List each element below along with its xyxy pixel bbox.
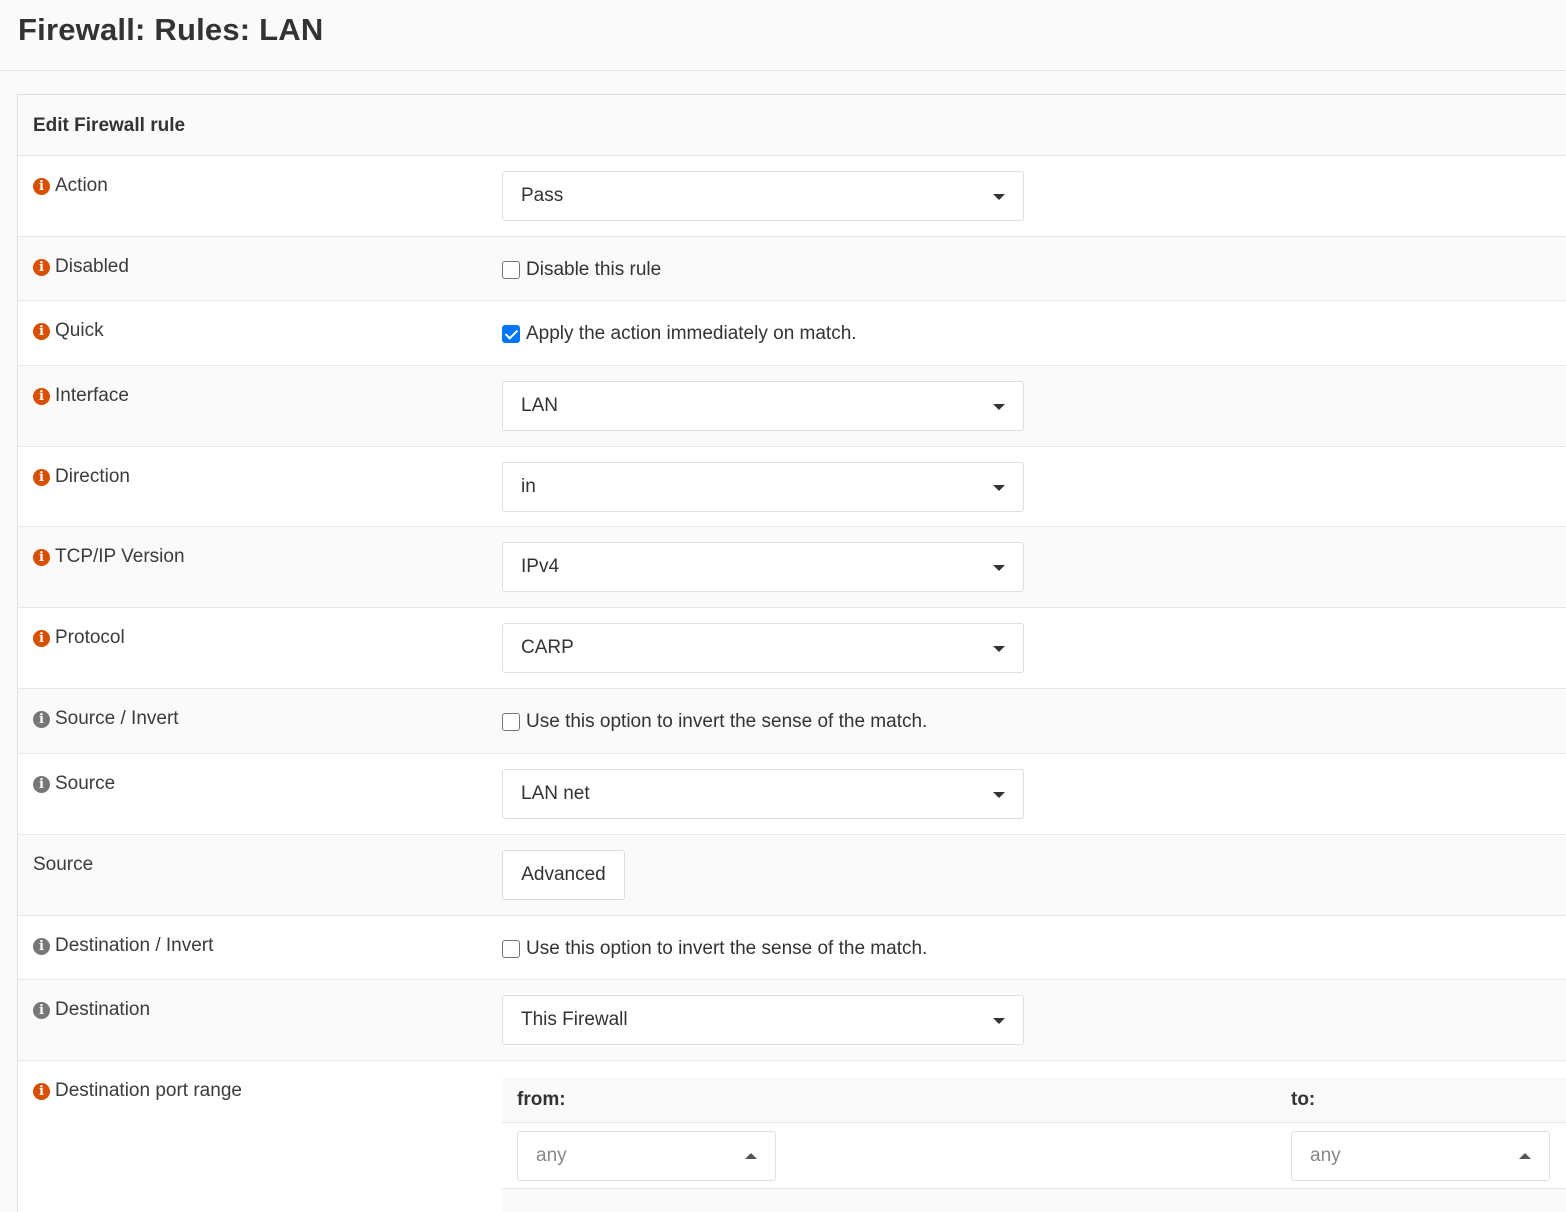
row-tcpip-version: i TCP/IP Version IPv4 bbox=[18, 527, 1566, 608]
destination-invert-checkbox-wrap: Use this option to invert the sense of t… bbox=[502, 938, 927, 960]
source-advanced-button[interactable]: Advanced bbox=[502, 850, 625, 900]
info-icon[interactable]: i bbox=[33, 629, 50, 647]
port-to-label: to: bbox=[1291, 1089, 1316, 1110]
info-icon[interactable]: i bbox=[33, 322, 50, 340]
info-icon[interactable]: i bbox=[33, 1001, 50, 1019]
disabled-label: i Disabled bbox=[33, 256, 129, 278]
row-interface: i Interface LAN bbox=[18, 366, 1566, 447]
edit-rule-panel: Edit Firewall rule i Action Pass i Disab… bbox=[17, 94, 1566, 1212]
action-select[interactable]: Pass bbox=[502, 171, 1024, 221]
info-icon[interactable]: i bbox=[33, 1082, 50, 1100]
protocol-label: i Protocol bbox=[33, 627, 125, 649]
row-protocol: i Protocol CARP bbox=[18, 608, 1566, 689]
chevron-down-icon bbox=[993, 194, 1005, 200]
row-direction: i Direction in bbox=[18, 447, 1566, 527]
source-invert-label: i Source / Invert bbox=[33, 708, 179, 730]
port-to-select[interactable]: any bbox=[1291, 1131, 1550, 1181]
port-from-label: from: bbox=[517, 1089, 566, 1110]
quick-checkbox[interactable] bbox=[502, 325, 520, 343]
quick-checkbox-wrap: Apply the action immediately on match. bbox=[502, 323, 857, 345]
info-icon[interactable]: i bbox=[33, 387, 50, 405]
page-title: Firewall: Rules: LAN bbox=[18, 12, 324, 47]
row-destination-invert: i Destination / Invert Use this option t… bbox=[18, 916, 1566, 980]
interface-select[interactable]: LAN bbox=[502, 381, 1024, 431]
chevron-down-icon bbox=[993, 1018, 1005, 1024]
direction-select[interactable]: in bbox=[502, 462, 1024, 512]
tcpip-version-label: i TCP/IP Version bbox=[33, 546, 185, 568]
row-destination: i Destination This Firewall bbox=[18, 980, 1566, 1061]
panel-heading: Edit Firewall rule bbox=[18, 95, 1566, 156]
page-header: Firewall: Rules: LAN bbox=[0, 0, 1566, 71]
row-action: i Action Pass bbox=[18, 156, 1566, 237]
disabled-checkbox-wrap: Disable this rule bbox=[502, 259, 661, 281]
destination-select[interactable]: This Firewall bbox=[502, 995, 1024, 1045]
direction-label: i Direction bbox=[33, 466, 130, 488]
chevron-down-icon bbox=[993, 646, 1005, 652]
port-from-select[interactable]: any bbox=[517, 1131, 776, 1181]
info-icon[interactable]: i bbox=[33, 177, 50, 195]
info-icon[interactable]: i bbox=[33, 468, 50, 486]
chevron-down-icon bbox=[993, 404, 1005, 410]
quick-label: i Quick bbox=[33, 320, 104, 342]
destination-port-range-label: i Destination port range bbox=[33, 1080, 242, 1102]
tcpip-version-select[interactable]: IPv4 bbox=[502, 542, 1024, 592]
chevron-down-icon bbox=[993, 565, 1005, 571]
row-source-invert: i Source / Invert Use this option to inv… bbox=[18, 689, 1566, 754]
source-label: i Source bbox=[33, 773, 115, 795]
info-icon[interactable]: i bbox=[33, 548, 50, 566]
source-advanced-label: Source bbox=[33, 854, 94, 875]
interface-label: i Interface bbox=[33, 385, 129, 407]
info-icon[interactable]: i bbox=[33, 937, 50, 955]
disabled-checkbox[interactable] bbox=[502, 261, 520, 279]
chevron-down-icon bbox=[993, 485, 1005, 491]
port-range-header: from: to: bbox=[502, 1077, 1566, 1123]
info-icon[interactable]: i bbox=[33, 775, 50, 793]
source-select[interactable]: LAN net bbox=[502, 769, 1024, 819]
action-label: i Action bbox=[33, 175, 108, 197]
source-invert-checkbox-wrap: Use this option to invert the sense of t… bbox=[502, 711, 927, 733]
port-range-body: any any bbox=[502, 1123, 1566, 1189]
source-invert-checkbox[interactable] bbox=[502, 713, 520, 731]
row-source: i Source LAN net bbox=[18, 754, 1566, 835]
row-quick: i Quick Apply the action immediately on … bbox=[18, 301, 1566, 366]
chevron-down-icon bbox=[993, 792, 1005, 798]
panel-title: Edit Firewall rule bbox=[33, 115, 186, 136]
chevron-up-icon bbox=[1519, 1153, 1531, 1159]
protocol-select[interactable]: CARP bbox=[502, 623, 1024, 673]
info-icon[interactable]: i bbox=[33, 710, 50, 728]
row-source-advanced: Source Advanced bbox=[18, 835, 1566, 916]
destination-invert-checkbox[interactable] bbox=[502, 940, 520, 958]
info-icon[interactable]: i bbox=[33, 258, 50, 276]
destination-invert-label: i Destination / Invert bbox=[33, 935, 213, 957]
port-range-table: from: to: any any bbox=[502, 1077, 1566, 1212]
row-disabled: i Disabled Disable this rule bbox=[18, 237, 1566, 301]
chevron-up-icon bbox=[745, 1153, 757, 1159]
destination-label: i Destination bbox=[33, 999, 150, 1021]
